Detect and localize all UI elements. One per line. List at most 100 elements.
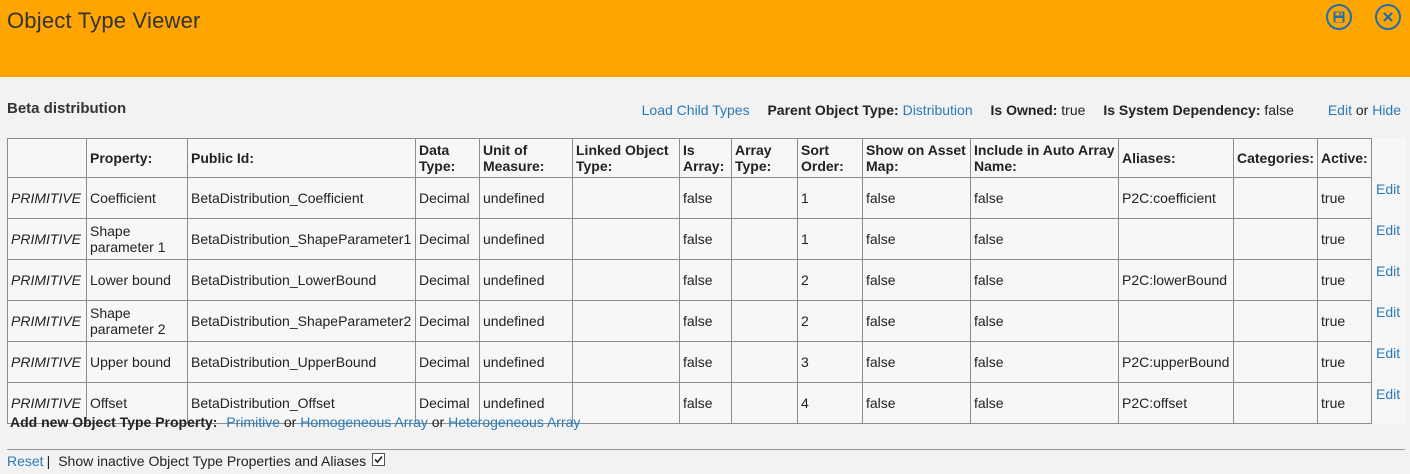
close-button[interactable] [1375, 4, 1401, 30]
edit-link[interactable]: Edit [1328, 102, 1352, 118]
cell-active: true [1317, 300, 1373, 342]
save-button[interactable] [1326, 4, 1352, 30]
hide-link[interactable]: Hide [1372, 102, 1401, 118]
table-row: PRIMITIVE Shape parameter 1 BetaDistributi… [7, 218, 1406, 260]
cell-linked-object-type [572, 259, 680, 301]
reset-link[interactable]: Reset [7, 453, 44, 469]
cell-unit-of-measure: undefined [479, 341, 573, 383]
cell-property-name: Lower bound [86, 259, 188, 301]
row-actions: Edit [1372, 260, 1406, 301]
row-edit-link[interactable]: Edit [1376, 263, 1400, 279]
parent-object-type-link[interactable]: Distribution [903, 102, 973, 118]
column-header-unit-of-measure: Unit of Measure: [479, 138, 573, 178]
cell-aliases: P2C:offset [1118, 382, 1234, 424]
cell-sort-order: 2 [797, 300, 863, 342]
cell-categories [1232, 218, 1319, 260]
cell-show-on-asset-map: false [862, 300, 971, 342]
cell-unit-of-measure: undefined [479, 218, 573, 260]
cell-property-kind: PRIMITIVE [7, 341, 87, 383]
cell-is-array: false [679, 259, 732, 301]
cell-array-type [731, 259, 798, 301]
row-edit-link[interactable]: Edit [1376, 345, 1400, 361]
cell-aliases: P2C:upperBound [1118, 341, 1234, 383]
cell-linked-object-type [572, 218, 680, 260]
row-edit-link[interactable]: Edit [1376, 386, 1400, 402]
table-row: PRIMITIVE Coefficient BetaDistribution_Coe… [7, 177, 1406, 219]
table-row: PRIMITIVE Shape parameter 2 BetaDistributi… [7, 300, 1406, 342]
cell-property-kind: PRIMITIVE [7, 177, 87, 219]
column-header-aliases: Aliases: [1118, 138, 1234, 178]
row-edit-link[interactable]: Edit [1376, 181, 1400, 197]
cell-unit-of-measure: undefined [479, 177, 573, 219]
cell-is-array: false [679, 341, 732, 383]
cell-include-in-auto-array-name: false [970, 218, 1119, 260]
column-header-array-type: Array Type: [731, 138, 798, 178]
object-type-properties-table: Property: Public Id: Data Type: Unit of … [7, 138, 1407, 424]
cell-public-id: BetaDistribution_ShapeParameter1 [187, 218, 416, 260]
cell-property-name: Shape parameter 1 [86, 218, 188, 260]
cell-sort-order: 3 [797, 341, 863, 383]
cell-public-id: BetaDistribution_ShapeParameter2 [187, 300, 416, 342]
cell-active: true [1317, 341, 1373, 383]
cell-linked-object-type [572, 177, 680, 219]
show-inactive-checkbox[interactable] [372, 452, 386, 466]
cell-include-in-auto-array-name: false [970, 300, 1119, 342]
cell-property-kind: PRIMITIVE [7, 218, 87, 260]
parent-object-type-label: Parent Object Type: [767, 102, 899, 118]
row-actions: Edit [1372, 301, 1406, 342]
cell-sort-order: 2 [797, 259, 863, 301]
cell-property-kind: PRIMITIVE [7, 300, 87, 342]
column-header-include-in-auto-array-name: Include in Auto Array Name: [970, 138, 1119, 178]
divider [7, 449, 1405, 450]
footer: Reset | Show inactive Object Type Proper… [7, 452, 386, 469]
cell-aliases: P2C:coefficient [1118, 177, 1234, 219]
cell-show-on-asset-map: false [862, 177, 971, 219]
cell-show-on-asset-map: false [862, 259, 971, 301]
cell-categories [1232, 382, 1319, 424]
cell-linked-object-type [572, 300, 680, 342]
cell-unit-of-measure: undefined [479, 259, 573, 301]
column-header-is-array: Is Array: [679, 138, 732, 178]
column-header-sort-order: Sort Order: [797, 138, 863, 178]
cell-public-id: BetaDistribution_UpperBound [187, 341, 416, 383]
cell-public-id: BetaDistribution_LowerBound [187, 259, 416, 301]
cell-unit-of-measure: undefined [479, 300, 573, 342]
cell-categories [1232, 177, 1319, 219]
cell-include-in-auto-array-name: false [970, 259, 1119, 301]
add-homogeneous-array-link[interactable]: Homogeneous Array [300, 414, 428, 430]
table-header-row: Property: Public Id: Data Type: Unit of … [7, 138, 1406, 178]
cell-public-id: BetaDistribution_Coefficient [187, 177, 416, 219]
column-header-kind [7, 138, 87, 178]
add-heterogeneous-array-link[interactable]: Heterogeneous Array [448, 414, 580, 430]
cell-property-name: Coefficient [86, 177, 188, 219]
cell-property-name: Upper bound [86, 341, 188, 383]
row-actions: Edit [1372, 342, 1406, 383]
cell-data-type: Decimal [415, 177, 480, 219]
cell-array-type [731, 177, 798, 219]
add-primitive-link[interactable]: Primitive [226, 414, 280, 430]
cell-linked-object-type [572, 382, 680, 424]
cell-show-on-asset-map: false [862, 341, 971, 383]
row-actions: Edit [1372, 219, 1406, 260]
close-icon [1383, 12, 1393, 22]
column-header-linked-object-type: Linked Object Type: [572, 138, 680, 178]
add-property-row: Add new Object Type Property: Primitive … [10, 414, 580, 430]
table-row: PRIMITIVE Lower bound BetaDistribution_Low… [7, 259, 1406, 301]
cell-aliases [1118, 218, 1234, 260]
cell-is-array: false [679, 177, 732, 219]
column-header-actions [1372, 139, 1406, 178]
add-property-label: Add new Object Type Property: [10, 414, 218, 430]
load-child-types-link[interactable]: Load Child Types [642, 102, 750, 118]
cell-data-type: Decimal [415, 259, 480, 301]
cell-array-type [731, 341, 798, 383]
row-edit-link[interactable]: Edit [1376, 222, 1400, 238]
or-text: or [431, 414, 445, 430]
cell-array-type [731, 300, 798, 342]
cell-data-type: Decimal [415, 300, 480, 342]
row-edit-link[interactable]: Edit [1376, 304, 1400, 320]
or-text: or [283, 414, 297, 430]
cell-aliases: P2C:lowerBound [1118, 259, 1234, 301]
show-inactive-label: Show inactive Object Type Properties and… [58, 453, 367, 469]
cell-sort-order: 1 [797, 218, 863, 260]
cell-array-type [731, 382, 798, 424]
